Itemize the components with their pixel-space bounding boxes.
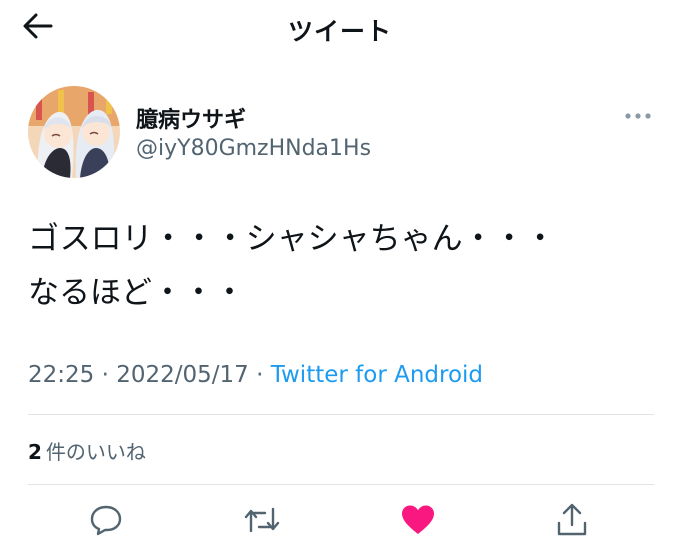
like-button[interactable] <box>396 502 440 542</box>
retweet-icon <box>243 505 281 539</box>
tweet-text: ゴスロリ・・・シャシャちゃん・・・ なるほど・・・ <box>28 212 658 320</box>
tweet-time: 22:25 <box>28 362 95 388</box>
tweet-text-line: なるほど・・・ <box>28 275 245 311</box>
tweet-text-line: ゴスロリ・・・シャシャちゃん・・・ <box>28 221 556 257</box>
meta-separator: · <box>94 362 117 388</box>
likes-count: 2 <box>28 440 42 464</box>
author-handle: @iyY80GmzHNda1Hs <box>136 136 372 161</box>
reply-icon <box>89 504 123 540</box>
more-options-button[interactable] <box>618 102 658 126</box>
top-bar: ツイート <box>0 0 680 56</box>
tweet-date: 2022/05/17 <box>116 362 249 388</box>
avatar[interactable] <box>28 86 120 178</box>
page-title: ツイート <box>287 17 392 46</box>
meta-separator: · <box>248 362 271 388</box>
divider <box>28 414 654 415</box>
divider <box>28 484 654 485</box>
tweet-metadata: 22:25 · 2022/05/17 · Twitter for Android <box>28 362 483 388</box>
tweet-author: 臆病ウサギ @iyY80GmzHNda1Hs <box>28 86 658 180</box>
heart-filled-icon <box>400 504 436 540</box>
share-button[interactable] <box>550 502 594 542</box>
tweet-actions <box>0 496 680 548</box>
share-icon <box>556 503 588 541</box>
tweet-source-link[interactable]: Twitter for Android <box>271 362 483 388</box>
reply-button[interactable] <box>84 502 128 542</box>
retweet-button[interactable] <box>240 502 284 542</box>
author-display-name[interactable]: 臆病ウサギ <box>136 102 246 134</box>
likes-label: 件のいいね <box>45 440 146 464</box>
more-horizontal-icon <box>624 105 652 124</box>
likes-stat[interactable]: 2 件のいいね <box>28 436 146 465</box>
